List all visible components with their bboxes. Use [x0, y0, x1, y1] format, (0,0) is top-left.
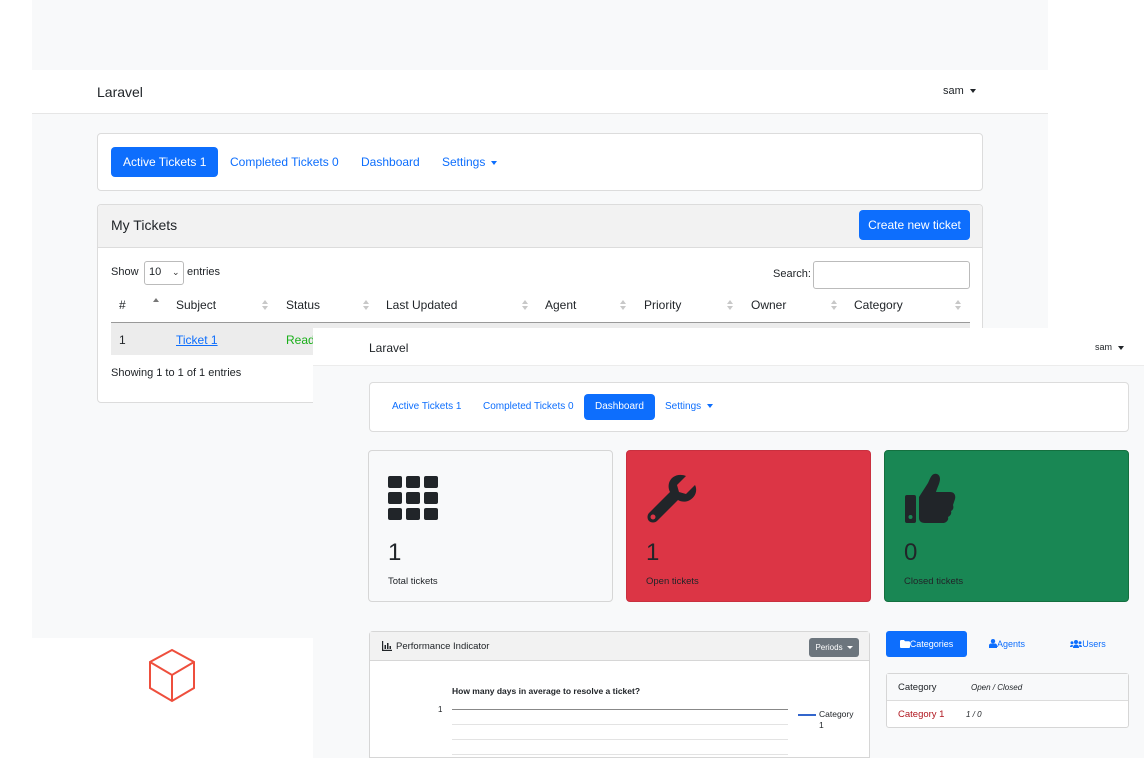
entries-label: entries [187, 266, 221, 278]
thumbs-up-icon [905, 473, 956, 523]
agent-icon [988, 639, 997, 648]
column-header[interactable]: Status [286, 298, 320, 312]
tab-users[interactable]: Users [1055, 631, 1121, 657]
closed-tickets-card[interactable]: 0 Closed tickets [884, 450, 1129, 602]
caret-down-icon [846, 646, 853, 650]
grid-icon [388, 476, 438, 520]
front-nav-card: Active Tickets 1 Completed Tickets 0 Das… [369, 382, 1129, 432]
sort-icon [831, 300, 837, 310]
open-tickets-card[interactable]: 1 Open tickets [626, 450, 871, 602]
caret-down-icon [707, 404, 714, 409]
show-label: Show [111, 266, 139, 278]
search-input[interactable] [813, 261, 970, 289]
category-counts: 1 / 0 [966, 710, 982, 719]
total-tickets-card[interactable]: 1 Total tickets [368, 450, 613, 602]
caret-down-icon [491, 160, 498, 165]
tab-agents[interactable]: Agents [974, 631, 1040, 657]
open-tickets-count: 1 [646, 539, 660, 566]
back-nav-card: Active Tickets 1 Completed Tickets 0 Das… [97, 133, 983, 191]
ticket-id: 1 [119, 333, 126, 347]
tab-agents-label: Agents [996, 639, 1026, 649]
user-menu[interactable]: sam [1095, 342, 1125, 352]
chevron-down-icon: ⌄ [172, 267, 180, 277]
tab-categories[interactable]: Categories [886, 631, 967, 657]
periods-label: Periods [815, 643, 843, 652]
entries-select-value: 10 [149, 266, 162, 278]
ticket-subject-link[interactable]: Ticket 1 [176, 333, 218, 347]
chart-gridline [452, 724, 788, 725]
column-header[interactable]: Agent [545, 298, 576, 312]
tab-categories-label: Categories [909, 639, 954, 649]
sort-asc-icon [153, 298, 159, 308]
tab-active-tickets[interactable]: Active Tickets 1 [111, 147, 219, 177]
sort-icon [262, 300, 268, 310]
tab-active-tickets[interactable]: Active Tickets 1 [381, 394, 472, 420]
category-header-name: Category [898, 682, 937, 693]
periods-button[interactable]: Periods [809, 638, 859, 657]
column-header[interactable]: Owner [751, 298, 786, 312]
user-name: sam [943, 85, 964, 97]
column-header[interactable]: Priority [644, 298, 681, 312]
entries-select[interactable]: 10 ⌄ [144, 261, 184, 285]
tab-completed-tickets[interactable]: Completed Tickets 0 [472, 394, 585, 420]
navbar-brand[interactable]: Laravel [369, 341, 408, 355]
column-header[interactable]: Last Updated [386, 298, 457, 312]
category-header-counts: Open / Closed [971, 683, 1023, 692]
folder-icon [899, 640, 910, 648]
navbar-brand[interactable]: Laravel [97, 84, 143, 100]
total-tickets-count: 1 [388, 539, 402, 566]
closed-tickets-label: Closed tickets [904, 576, 964, 587]
caret-down-icon [969, 89, 976, 94]
sort-icon [955, 300, 961, 310]
caret-down-icon [1118, 345, 1125, 350]
search-label: Search: [773, 268, 811, 280]
back-navbar: Laravel sam [32, 70, 1048, 114]
performance-title: Performance Indicator [396, 641, 490, 652]
column-header[interactable]: # [119, 298, 126, 312]
total-tickets-label: Total tickets [388, 576, 438, 587]
performance-card: Performance Indicator Periods How many d… [369, 631, 870, 758]
card-title: My Tickets [111, 217, 178, 233]
laravel-logo-icon [149, 648, 195, 703]
sort-icon [620, 300, 626, 310]
create-ticket-button[interactable]: Create new ticket [859, 210, 970, 240]
tab-dashboard[interactable]: Dashboard [584, 394, 655, 420]
tab-completed-tickets[interactable]: Completed Tickets 0 [218, 147, 351, 177]
tab-settings[interactable]: Settings [430, 147, 509, 177]
tab-users-label: Users [1082, 639, 1106, 649]
closed-tickets-count: 0 [904, 539, 918, 566]
bar-chart-icon [382, 641, 392, 651]
category-table: Category Open / Closed Category 1 1 / 0 [886, 673, 1129, 728]
legend-label: Category [819, 709, 854, 719]
table-info: Showing 1 to 1 of 1 entries [111, 367, 242, 379]
card-header [98, 205, 982, 248]
tab-dashboard[interactable]: Dashboard [349, 147, 432, 177]
legend-swatch [798, 714, 816, 716]
category-link[interactable]: Category 1 [898, 709, 944, 720]
tab-settings[interactable]: Settings [654, 394, 724, 420]
sort-icon [522, 300, 528, 310]
chart-y-tick: 1 [438, 705, 443, 714]
settings-label: Settings [665, 401, 702, 412]
user-menu[interactable]: sam [943, 85, 976, 97]
sort-icon [727, 300, 733, 310]
column-header[interactable]: Category [854, 298, 903, 312]
settings-label: Settings [442, 155, 486, 169]
chart-gridline [452, 754, 788, 755]
chart-gridline [452, 709, 788, 710]
chart-gridline [452, 739, 788, 740]
users-icon [1070, 640, 1083, 648]
chart-title: How many days in average to resolve a ti… [452, 686, 641, 696]
sort-icon [363, 300, 369, 310]
open-tickets-label: Open tickets [646, 576, 699, 587]
front-navbar: Laravel sam [313, 328, 1144, 366]
column-header[interactable]: Subject [176, 298, 216, 312]
user-name: sam [1095, 342, 1113, 352]
legend-label-cont: 1 [819, 720, 824, 730]
wrench-icon [647, 474, 697, 523]
